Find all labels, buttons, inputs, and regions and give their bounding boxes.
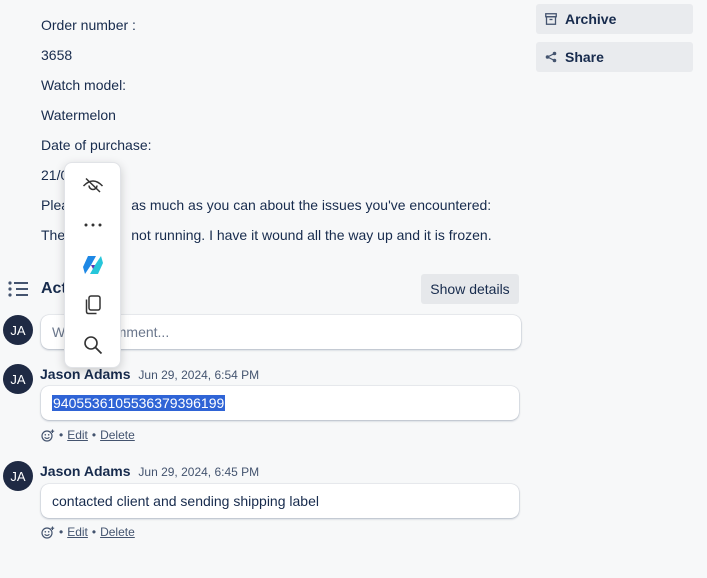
desc-watch-model-value: Watermelon	[41, 107, 116, 123]
comment-timestamp: Jun 29, 2024, 6:45 PM	[138, 465, 260, 479]
archive-label: Archive	[565, 11, 617, 27]
desc-watch-model-label: Watch model:	[41, 77, 127, 93]
eye-off-icon	[82, 177, 103, 193]
delete-link[interactable]: Delete	[100, 525, 135, 539]
comment-text: contacted client and sending shipping la…	[52, 493, 319, 509]
comment-header: Jason Adams Jun 29, 2024, 6:54 PM	[40, 366, 259, 383]
activity-title: Act	[41, 280, 67, 297]
comment-actions: • Edit • Delete	[41, 525, 135, 539]
comment-body[interactable]: 9405536105536379396199	[41, 386, 519, 420]
comment-timestamp: Jun 29, 2024, 6:54 PM	[138, 368, 260, 382]
comment-actions: • Edit • Delete	[41, 428, 135, 442]
search-button[interactable]	[65, 327, 120, 363]
hide-toolbar-button[interactable]	[65, 167, 120, 203]
add-reaction-icon[interactable]	[41, 429, 55, 442]
share-label: Share	[565, 49, 604, 65]
search-icon	[83, 336, 102, 355]
selection-toolbar	[64, 162, 121, 368]
comment-body[interactable]: contacted client and sending shipping la…	[41, 484, 519, 518]
edit-link[interactable]: Edit	[67, 428, 88, 442]
comment-avatar: JA	[3, 461, 33, 491]
share-button[interactable]: Share	[536, 42, 693, 72]
show-details-button[interactable]: Show details	[421, 274, 519, 304]
share-icon	[545, 51, 557, 63]
comment-text-selected[interactable]: 9405536105536379396199	[52, 395, 226, 411]
comment-author: Jason Adams	[40, 366, 131, 382]
copy-icon	[85, 295, 101, 315]
more-icon	[84, 223, 101, 227]
archive-button[interactable]: Archive	[536, 4, 693, 34]
activity-list-icon	[8, 281, 28, 297]
desc-order-number-label: Order number :	[41, 17, 136, 33]
delete-link[interactable]: Delete	[100, 428, 135, 442]
avatar: JA	[3, 315, 33, 345]
copilot-button[interactable]	[65, 247, 120, 283]
more-button[interactable]	[65, 207, 120, 243]
edit-link[interactable]: Edit	[67, 525, 88, 539]
comment-author: Jason Adams	[40, 463, 131, 479]
desc-order-number-value: 3658	[41, 47, 73, 63]
copilot-icon	[82, 256, 103, 274]
desc-date-label: Date of purchase:	[41, 137, 152, 153]
archive-icon	[545, 13, 557, 25]
copy-button[interactable]	[65, 287, 120, 323]
add-reaction-icon[interactable]	[41, 526, 55, 539]
comment-avatar: JA	[3, 364, 33, 394]
comment-header: Jason Adams Jun 29, 2024, 6:45 PM	[40, 463, 259, 480]
